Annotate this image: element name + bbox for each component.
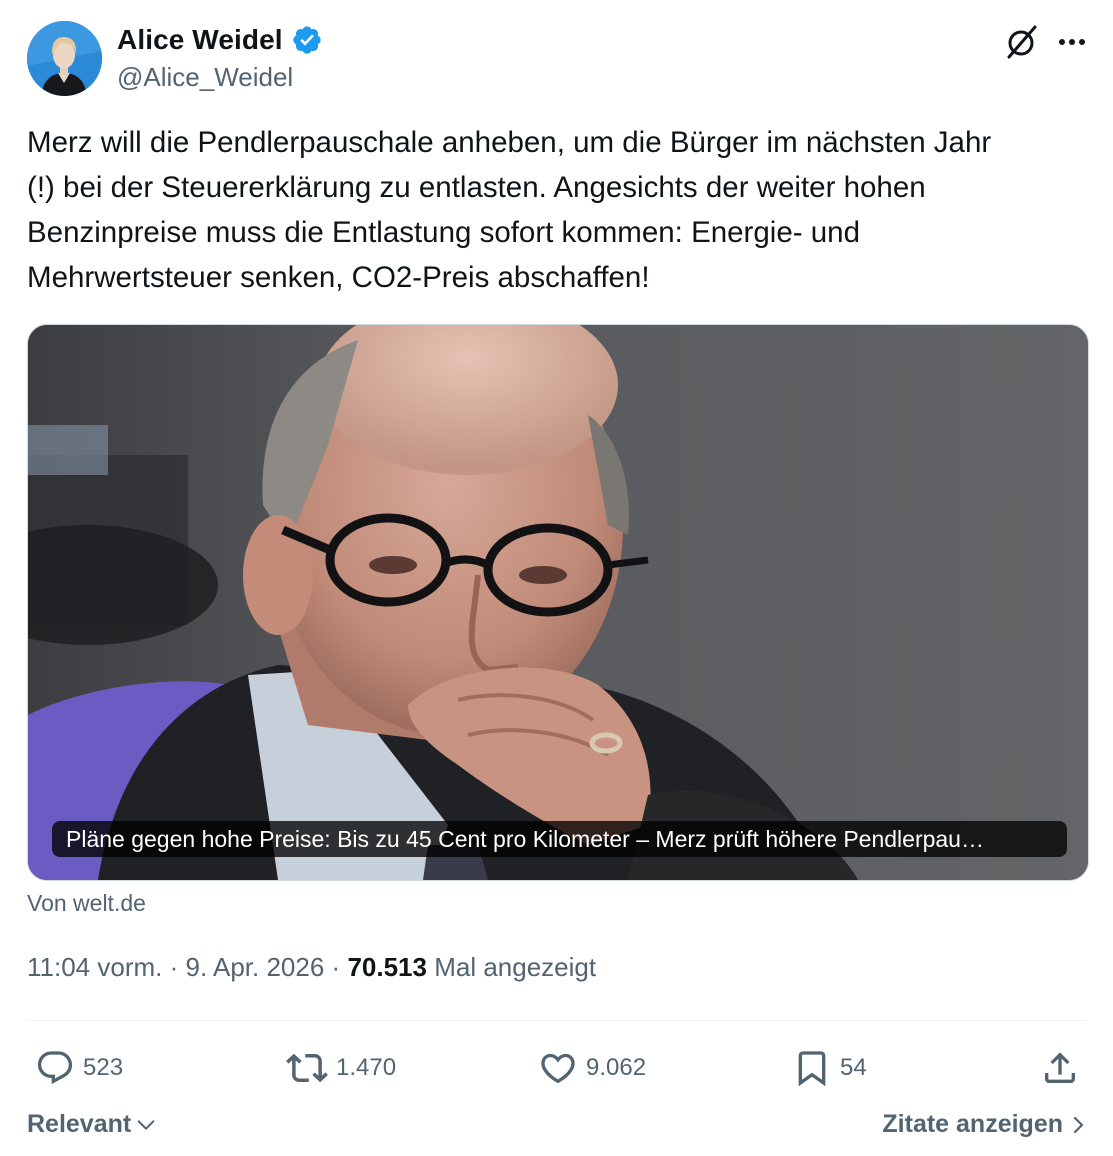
repost-count: 1.470 [336, 1054, 397, 1081]
like-count: 9.062 [586, 1054, 647, 1081]
views-label: Mal angezeigt [434, 952, 597, 982]
author-name-row[interactable]: Alice Weidel [117, 22, 323, 58]
tweet-detail: Alice Weidel @Alice_Weidel Merz will die… [0, 0, 1113, 1156]
tweet-date[interactable]: 9. Apr. 2026 [186, 952, 325, 982]
chevron-down-icon [137, 1119, 155, 1130]
meta-separator: · [331, 952, 341, 982]
link-card-headline[interactable]: Pläne gegen hohe Preise: Bis zu 45 Cent … [52, 821, 1067, 857]
bookmark-button[interactable]: 54 [792, 1045, 867, 1091]
like-button[interactable]: 9.062 [538, 1045, 646, 1091]
sort-label: Relevant [27, 1110, 132, 1138]
share-button[interactable] [1040, 1045, 1080, 1091]
divider [27, 1020, 1087, 1021]
bookmark-count: 54 [840, 1054, 867, 1081]
avatar-image [27, 21, 102, 96]
more-options-icon[interactable] [1053, 24, 1093, 60]
meta-separator: · [169, 952, 179, 982]
chevron-right-icon [1073, 1116, 1084, 1133]
tweet-text: Merz will die Pendlerpauschale anheben, … [27, 126, 992, 294]
bookmark-icon [798, 1051, 826, 1087]
author-handle[interactable]: @Alice_Weidel [117, 62, 293, 93]
reply-icon [37, 1051, 73, 1085]
avatar[interactable] [27, 21, 102, 96]
repost-icon [286, 1053, 328, 1083]
author-display-name[interactable]: Alice Weidel [117, 24, 283, 56]
link-card-photo [28, 325, 1088, 880]
repost-button[interactable]: 1.470 [286, 1045, 396, 1091]
quotes-label: Zitate anzeigen [882, 1110, 1063, 1138]
link-card[interactable]: Pläne gegen hohe Preise: Bis zu 45 Cent … [27, 324, 1089, 881]
heart-icon [541, 1053, 575, 1084]
sort-replies-dropdown[interactable]: Relevant [27, 1110, 157, 1139]
verified-badge-icon[interactable] [291, 24, 323, 56]
views-count: 70.513 [347, 952, 427, 982]
reply-count: 523 [83, 1054, 124, 1081]
grok-icon[interactable] [1002, 22, 1042, 62]
tweet-time[interactable]: 11:04 vorm. [27, 952, 162, 982]
reply-button[interactable]: 523 [35, 1045, 123, 1091]
view-quotes-link[interactable]: Zitate anzeigen [882, 1110, 1087, 1139]
share-icon [1045, 1052, 1075, 1083]
tweet-meta: 11:04 vorm. · 9. Apr. 2026 · 70.513 Mal … [27, 952, 596, 983]
link-card-source[interactable]: Von welt.de [27, 890, 146, 917]
